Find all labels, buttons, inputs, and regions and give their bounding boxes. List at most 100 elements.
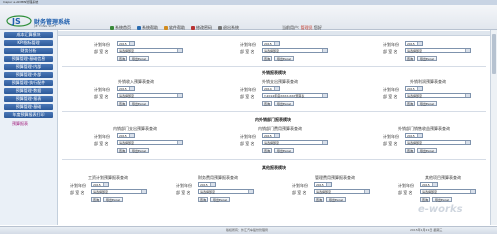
dept-select[interactable]: 请选择部室 bbox=[117, 93, 183, 98]
export-excel-button[interactable]: 导出Excel bbox=[210, 197, 230, 202]
query-button[interactable]: 查询 bbox=[405, 56, 415, 61]
export-excel-button[interactable]: 导出Excel bbox=[274, 56, 294, 61]
year-select[interactable]: 2015 bbox=[91, 182, 109, 187]
query-button[interactable]: 查询 bbox=[117, 101, 127, 106]
panel-title: 财务费用预算报表查询 bbox=[198, 175, 238, 180]
query-button[interactable]: 查询 bbox=[262, 148, 272, 153]
query-button[interactable]: 查询 bbox=[420, 197, 430, 202]
dept-select[interactable]: 请选择部室 bbox=[91, 189, 147, 194]
export-excel-button[interactable]: 导出Excel bbox=[274, 101, 294, 106]
svg-text:JS: JS bbox=[11, 17, 21, 26]
year-select[interactable]: 2015 bbox=[117, 41, 135, 46]
dept-label: 部 室 名 bbox=[176, 190, 191, 195]
query-button[interactable]: 查询 bbox=[405, 101, 415, 106]
export-excel-button[interactable]: 导出Excel bbox=[417, 101, 437, 106]
year-select[interactable]: 2015 bbox=[262, 41, 280, 46]
dept-label: 部 室 名 bbox=[94, 49, 109, 54]
home-icon bbox=[110, 26, 114, 30]
year-label: 计划年份 bbox=[240, 134, 256, 139]
sidebar-item-budget-base[interactable]: 预算管理-基础信息 bbox=[4, 56, 53, 62]
sidebar-item-budget-reports[interactable]: 预算报表 bbox=[4, 121, 53, 127]
query-button[interactable]: 查询 bbox=[198, 197, 208, 202]
dept-select[interactable]: 请选择部室 bbox=[314, 189, 370, 194]
logo-icon: JS bbox=[6, 15, 32, 27]
year-select[interactable]: 2015 bbox=[117, 86, 135, 91]
sidebar-item-budget-basic[interactable]: 预算管理-基础 bbox=[4, 104, 53, 110]
dept-select[interactable]: 请选择部室 bbox=[262, 48, 328, 53]
year-select[interactable]: 2015 bbox=[405, 41, 423, 46]
sidebar-item-budget-external[interactable]: 预算管理-外部 bbox=[4, 72, 53, 78]
query-button[interactable]: 查询 bbox=[117, 56, 127, 61]
year-label: 计划年份 bbox=[292, 183, 308, 188]
dept-select[interactable]: 请选择部室 bbox=[262, 140, 328, 145]
content-top-bar bbox=[58, 31, 490, 36]
sidebar: 成本汇算模块 KPI指标管理 财务分析 预算管理-基础信息 预算管理-内部 预算… bbox=[0, 30, 58, 225]
year-select[interactable]: 2015 bbox=[117, 133, 135, 138]
export-excel-button[interactable]: 导出Excel bbox=[103, 197, 123, 202]
footer-date: 2015年1月21日 星期三 bbox=[410, 228, 443, 232]
export-excel-button[interactable]: 导出Excel bbox=[417, 56, 437, 61]
dept-select[interactable]: 请选择部室 bbox=[198, 189, 254, 194]
vertical-scrollbar[interactable] bbox=[490, 30, 497, 225]
sidebar-item-finance-analysis[interactable]: 财务分析 bbox=[4, 48, 53, 54]
export-excel-button[interactable]: 导出Excel bbox=[129, 148, 149, 153]
sidebar-item-kpi[interactable]: KPI指标管理 bbox=[4, 40, 53, 46]
dept-label: 部 室 名 bbox=[398, 190, 413, 195]
dept-label: 部 室 名 bbox=[240, 141, 255, 146]
dept-label: 部 室 名 bbox=[94, 141, 109, 146]
dept-select[interactable]: 请选择部室 bbox=[405, 93, 471, 98]
year-select[interactable]: 2015 bbox=[405, 133, 423, 138]
year-select[interactable]: 2015 bbox=[198, 182, 216, 187]
year-select[interactable]: 2015 bbox=[420, 182, 438, 187]
dept-select[interactable]: 请选择部室 bbox=[420, 189, 476, 194]
panel-title: 外销部门销售收益预算表查询 bbox=[398, 126, 450, 131]
dept-label: 部 室 名 bbox=[383, 94, 398, 99]
export-excel-button[interactable]: 导出Excel bbox=[432, 197, 452, 202]
footer-copyright: 版权所有：外汇汽车股份管理局 bbox=[226, 228, 269, 232]
dept-label: 部 室 名 bbox=[94, 94, 109, 99]
export-excel-button[interactable]: 导出Excel bbox=[129, 101, 149, 106]
dept-label: 部 室 名 bbox=[383, 49, 398, 54]
query-button[interactable]: 查询 bbox=[405, 148, 415, 153]
year-select[interactable]: 2015 bbox=[314, 182, 332, 187]
sidebar-item-budget-internal[interactable]: 预算管理-内部 bbox=[4, 64, 53, 70]
dept-select[interactable]: 请选择部室 bbox=[405, 48, 471, 53]
app-subtitle: JIE TONG SOFT bbox=[34, 24, 57, 28]
export-excel-button[interactable]: 导出Excel bbox=[129, 56, 149, 61]
section-title-departments: 内外销部门报表模块 bbox=[255, 117, 291, 122]
dept-select[interactable]: Y-2014年度XXXX-XXX预算表 bbox=[262, 93, 328, 98]
dept-label: 部 室 名 bbox=[292, 190, 307, 195]
year-label: 计划年份 bbox=[398, 183, 414, 188]
export-excel-button[interactable]: 导出Excel bbox=[274, 148, 294, 153]
sidebar-item-budget-data[interactable]: 预算管理-数据 bbox=[4, 88, 53, 94]
sidebar-item-budget-parts[interactable]: 预算管理-执行配件 bbox=[4, 80, 53, 86]
export-excel-button[interactable]: 导出Excel bbox=[417, 148, 437, 153]
dept-label: 部 室 名 bbox=[240, 94, 255, 99]
query-button[interactable]: 查询 bbox=[262, 56, 272, 61]
user-name: 管理员 bbox=[300, 25, 313, 30]
scrollbar-thumb[interactable] bbox=[492, 34, 496, 74]
query-button[interactable]: 查询 bbox=[314, 197, 324, 202]
year-label: 计划年份 bbox=[383, 134, 399, 139]
dept-select[interactable]: 请选择部室 bbox=[117, 48, 183, 53]
panel-title: 内销部门支出预算表查询 bbox=[113, 126, 157, 131]
dept-select[interactable]: 请选择部室 bbox=[117, 140, 183, 145]
query-button[interactable]: 查询 bbox=[91, 197, 101, 202]
sidebar-item-cost[interactable]: 成本汇算模块 bbox=[4, 32, 53, 38]
query-button[interactable]: 查询 bbox=[262, 101, 272, 106]
dept-label: 部 室 名 bbox=[70, 190, 85, 195]
dept-select[interactable]: 请选择部室 bbox=[405, 140, 471, 145]
watermark-logo: e-works bbox=[418, 204, 463, 215]
year-select[interactable]: 2014 bbox=[262, 86, 280, 91]
year-label: 计划年份 bbox=[70, 183, 86, 188]
export-excel-button[interactable]: 导出Excel bbox=[326, 197, 346, 202]
logout-icon bbox=[218, 26, 222, 30]
year-select[interactable]: 2015 bbox=[405, 86, 423, 91]
sidebar-item-budget-report[interactable]: 预算管理-报表 bbox=[4, 96, 53, 102]
query-button[interactable]: 查询 bbox=[117, 148, 127, 153]
panel-title: 外销利润预算表查询 bbox=[410, 79, 446, 84]
year-label: 计划年份 bbox=[383, 42, 399, 47]
year-select[interactable]: 2015 bbox=[262, 133, 280, 138]
app-header: JS 财务管理系统 JIE TONG SOFT 系统首页 系统帮助 软件帮助 修… bbox=[0, 5, 497, 30]
sidebar-item-annual-print[interactable]: 年度预算报表打印 bbox=[4, 112, 53, 118]
